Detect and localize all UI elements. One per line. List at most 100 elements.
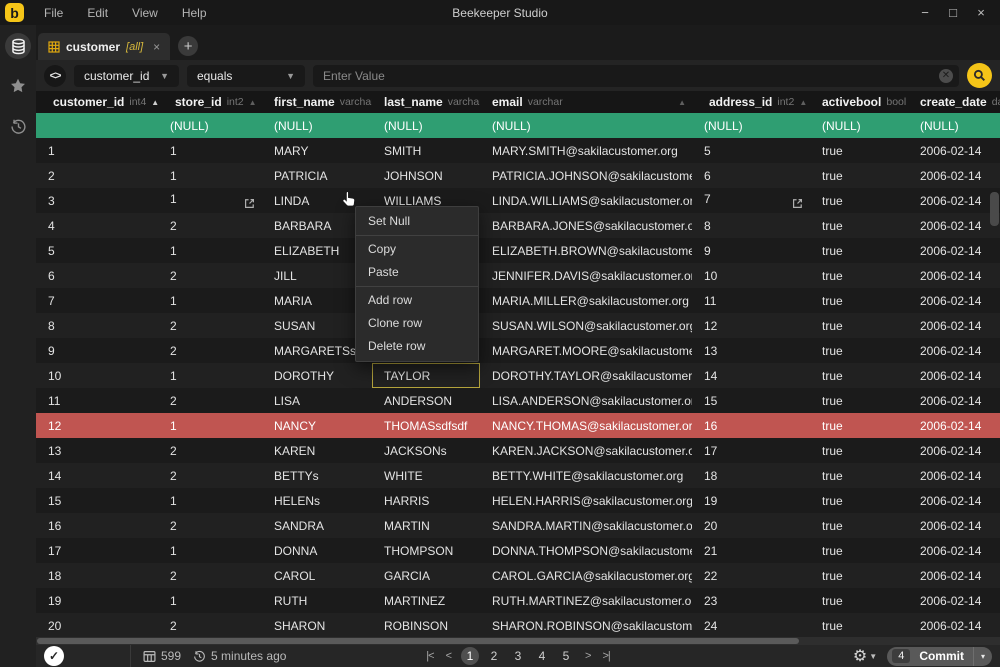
sidebar-favorites-button[interactable] — [5, 73, 31, 99]
cell[interactable]: MARTIN — [372, 513, 480, 538]
cell[interactable]: 8 — [692, 213, 810, 238]
context-menu-item-delete-row[interactable]: Delete row — [356, 335, 478, 358]
pending-insert-row[interactable]: (NULL)(NULL)(NULL)(NULL)(NULL)(NULL)(NUL… — [36, 113, 1000, 138]
cell[interactable]: 1 — [158, 238, 262, 263]
cell[interactable]: THOMASsdfsdf — [372, 413, 480, 438]
prev-page-button[interactable]: < — [444, 650, 453, 662]
cell[interactable]: true — [810, 613, 908, 638]
cell[interactable]: MARGARET.MOORE@sakilacustomer.org — [480, 338, 692, 363]
settings-button[interactable]: ⚙ ▼ — [853, 646, 877, 666]
column-header-address_id[interactable]: address_idint2▲ — [692, 91, 810, 113]
table-row[interactable]: 42BARBARAJONESBARBARA.JONES@sakilacustom… — [36, 213, 1000, 238]
cell[interactable]: 2006-02-14 — [908, 313, 1000, 338]
table-row[interactable]: 162SANDRAMARTINSANDRA.MARTIN@sakilacusto… — [36, 513, 1000, 538]
cell[interactable]: 7 — [36, 288, 158, 313]
cell[interactable]: 9 — [36, 338, 158, 363]
cell[interactable]: 24 — [692, 613, 810, 638]
cell[interactable]: 11 — [692, 288, 810, 313]
cell[interactable]: DONNA.THOMPSON@sakilacustomer.org — [480, 538, 692, 563]
cell[interactable]: 10 — [692, 263, 810, 288]
context-menu-item-copy[interactable]: Copy — [356, 238, 478, 261]
cell[interactable]: true — [810, 513, 908, 538]
maximize-button[interactable]: □ — [946, 5, 960, 20]
cell[interactable]: 2 — [158, 213, 262, 238]
cell[interactable]: 2006-02-14 — [908, 588, 1000, 613]
cell[interactable]: 10 — [36, 363, 158, 388]
cell[interactable]: CAROL — [262, 563, 372, 588]
column-header-last_name[interactable]: last_namevarchar▲ — [372, 91, 480, 113]
horizontal-scrollbar-thumb[interactable] — [37, 638, 799, 644]
cell[interactable]: MARY.SMITH@sakilacustomer.org — [480, 138, 692, 163]
insert-cell[interactable] — [36, 113, 158, 138]
horizontal-scrollbar[interactable] — [36, 637, 1000, 645]
column-header-create_date[interactable]: create_datedate▲ — [908, 91, 1000, 113]
tab-close-icon[interactable]: × — [153, 40, 160, 54]
open-foreign-key-icon[interactable] — [791, 197, 804, 210]
cell[interactable]: 11 — [36, 388, 158, 413]
cell[interactable]: 1 — [158, 538, 262, 563]
cell[interactable]: 14 — [692, 363, 810, 388]
cell[interactable]: 2006-02-14 — [908, 388, 1000, 413]
table-row[interactable]: 82SUSANWILSONSUSAN.WILSON@sakilacustomer… — [36, 313, 1000, 338]
first-page-button[interactable]: |< — [424, 650, 435, 662]
cell[interactable]: CAROL.GARCIA@sakilacustomer.org — [480, 563, 692, 588]
cell[interactable]: 21 — [692, 538, 810, 563]
cell[interactable]: 15 — [36, 488, 158, 513]
cell[interactable]: 8 — [36, 313, 158, 338]
cell[interactable]: 1 — [158, 488, 262, 513]
cell[interactable]: 20 — [36, 613, 158, 638]
page-button-3[interactable]: 3 — [509, 647, 527, 665]
cell[interactable]: SANDRA.MARTIN@sakilacustomer.org — [480, 513, 692, 538]
cell[interactable]: 2006-02-14 — [908, 538, 1000, 563]
cell[interactable]: SHARON — [262, 613, 372, 638]
cell[interactable]: 1 — [158, 363, 262, 388]
cell[interactable]: JOHNSON — [372, 163, 480, 188]
cell[interactable]: PATRICIA.JOHNSON@sakilacustomer.org — [480, 163, 692, 188]
context-menu-item-paste[interactable]: Paste — [356, 261, 478, 284]
cell[interactable]: DONNA — [262, 538, 372, 563]
cell[interactable]: 2 — [158, 313, 262, 338]
cell[interactable]: true — [810, 463, 908, 488]
cell[interactable]: JENNIFER.DAVIS@sakilacustomer.org — [480, 263, 692, 288]
cell[interactable]: PATRICIA — [262, 163, 372, 188]
cell[interactable]: 12 — [36, 413, 158, 438]
cell[interactable]: BETTY.WHITE@sakilacustomer.org — [480, 463, 692, 488]
cell[interactable]: JACKSONs — [372, 438, 480, 463]
cell[interactable]: MARIA.MILLER@sakilacustomer.org — [480, 288, 692, 313]
cell[interactable]: true — [810, 138, 908, 163]
apply-filter-button[interactable] — [967, 63, 992, 88]
cell[interactable]: 5 — [36, 238, 158, 263]
cell[interactable]: 2006-02-14 — [908, 563, 1000, 588]
cell[interactable]: 18 — [36, 563, 158, 588]
tab-customer[interactable]: customer [all] × — [38, 33, 170, 60]
menu-help[interactable]: Help — [174, 3, 215, 23]
insert-cell[interactable]: (NULL) — [158, 113, 262, 138]
cell[interactable]: SANDRA — [262, 513, 372, 538]
cell[interactable]: BETTYs — [262, 463, 372, 488]
cell[interactable]: 3 — [36, 188, 158, 213]
cell[interactable]: 2 — [158, 613, 262, 638]
cell[interactable]: ANDERSON — [372, 388, 480, 413]
cell[interactable]: true — [810, 288, 908, 313]
cell[interactable]: 17 — [692, 438, 810, 463]
cell[interactable]: NANCY — [262, 413, 372, 438]
filter-operator-select[interactable]: equals ▼ — [187, 65, 305, 87]
cell[interactable]: 6 — [36, 263, 158, 288]
cell[interactable]: 17 — [36, 538, 158, 563]
cell[interactable]: 2 — [158, 388, 262, 413]
cell[interactable]: 1 — [36, 138, 158, 163]
next-page-button[interactable]: > — [583, 650, 592, 662]
cell[interactable]: 2 — [158, 438, 262, 463]
cell[interactable]: LISA — [262, 388, 372, 413]
cell[interactable]: LISA.ANDERSON@sakilacustomer.org — [480, 388, 692, 413]
table-row[interactable]: 51ELIZABETHBROWNELIZABETH.BROWN@sakilacu… — [36, 238, 1000, 263]
column-header-store_id[interactable]: store_idint2▲ — [158, 91, 262, 113]
cell[interactable]: THOMPSON — [372, 538, 480, 563]
cell[interactable]: 13 — [36, 438, 158, 463]
cell[interactable]: true — [810, 213, 908, 238]
cell[interactable]: SUSAN.WILSON@sakilacustomer.org — [480, 313, 692, 338]
cell[interactable]: 5 — [692, 138, 810, 163]
page-button-5[interactable]: 5 — [557, 647, 575, 665]
context-menu-item-set-null[interactable]: Set Null — [356, 210, 478, 233]
cell[interactable]: 13 — [692, 338, 810, 363]
